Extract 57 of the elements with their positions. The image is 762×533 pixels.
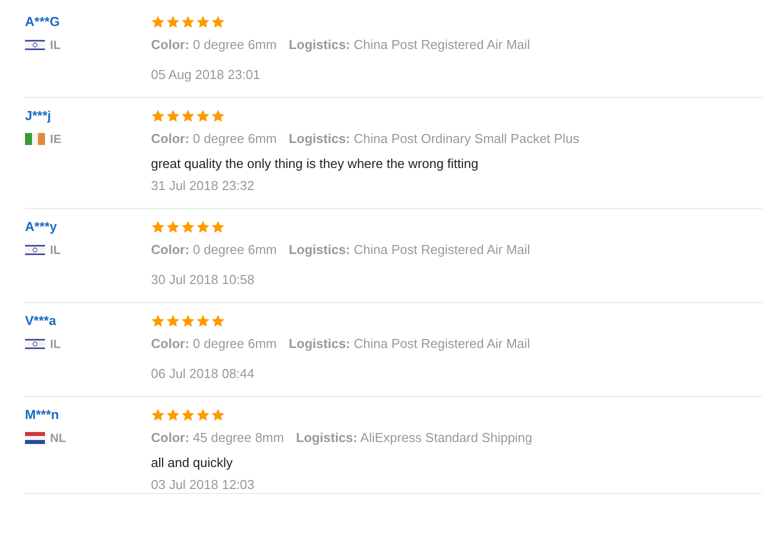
- flag-icon: [25, 432, 45, 444]
- color-info: Color: 0 degree 6mm: [151, 335, 277, 352]
- flag-icon: [25, 338, 45, 350]
- reviewer-name: V***a: [25, 313, 58, 329]
- review-comment: great quality the only thing is they where the wrong fitting: [151, 155, 480, 172]
- reviewer-name: M***n: [25, 407, 60, 423]
- reviewer-name: A***G: [25, 14, 61, 30]
- star-icon: [211, 408, 225, 422]
- star-icon: [166, 408, 180, 422]
- reviewer-name: A***y: [25, 219, 58, 235]
- star-icon: [181, 408, 195, 422]
- review-date: 06 Jul 2018 08:44: [151, 365, 256, 382]
- logistics-info: Logistics: China Post Registered Air Mail: [288, 241, 530, 258]
- reviewer-name: J***j: [25, 108, 52, 124]
- country-code: IE: [50, 132, 62, 146]
- star-icon: [211, 109, 225, 123]
- star-icon: [196, 109, 210, 123]
- color-info: Color: 45 degree 8mm: [151, 429, 284, 446]
- star-icon: [166, 220, 180, 234]
- review-date: 03 Jul 2018 12:03: [151, 476, 256, 493]
- review-date: 05 Aug 2018 23:01: [151, 66, 262, 83]
- star-icon: [166, 314, 180, 328]
- star-icon: [181, 314, 195, 328]
- country-code: IL: [50, 243, 61, 257]
- star-icon: [151, 220, 165, 234]
- star-icon: [151, 15, 165, 29]
- logistics-info: Logistics: China Post Registered Air Mail: [288, 36, 530, 53]
- color-info: Color: 0 degree 6mm: [151, 130, 277, 147]
- logistics-info: Logistics: China Post Registered Air Mail: [288, 335, 530, 352]
- star-icon: [151, 109, 165, 123]
- star-icon: [196, 15, 210, 29]
- flag-icon: [25, 39, 45, 51]
- logistics-info: Logistics: China Post Ordinary Small Packet Plus: [288, 130, 580, 147]
- review-date: 30 Jul 2018 10:58: [151, 271, 256, 288]
- flag-icon: [25, 244, 45, 256]
- star-icon: [196, 408, 210, 422]
- star-icon: [196, 220, 210, 234]
- star-icon: [196, 314, 210, 328]
- country-code: IL: [50, 38, 61, 52]
- review-comment: all and quickly: [151, 454, 234, 471]
- star-icon: [166, 15, 180, 29]
- star-icon: [181, 220, 195, 234]
- country-code: NL: [50, 431, 66, 445]
- star-icon: [166, 109, 180, 123]
- logistics-info: Logistics: AliExpress Standard Shipping: [296, 429, 532, 446]
- star-icon: [151, 314, 165, 328]
- star-icon: [211, 314, 225, 328]
- color-info: Color: 0 degree 6mm: [151, 241, 277, 258]
- star-icon: [211, 15, 225, 29]
- color-info: Color: 0 degree 6mm: [151, 36, 277, 53]
- star-icon: [181, 15, 195, 29]
- star-icon: [211, 220, 225, 234]
- star-icon: [151, 408, 165, 422]
- star-icon: [181, 109, 195, 123]
- review-date: 31 Jul 2018 23:32: [151, 177, 256, 194]
- flag-icon: [25, 133, 45, 145]
- country-code: IL: [50, 337, 61, 351]
